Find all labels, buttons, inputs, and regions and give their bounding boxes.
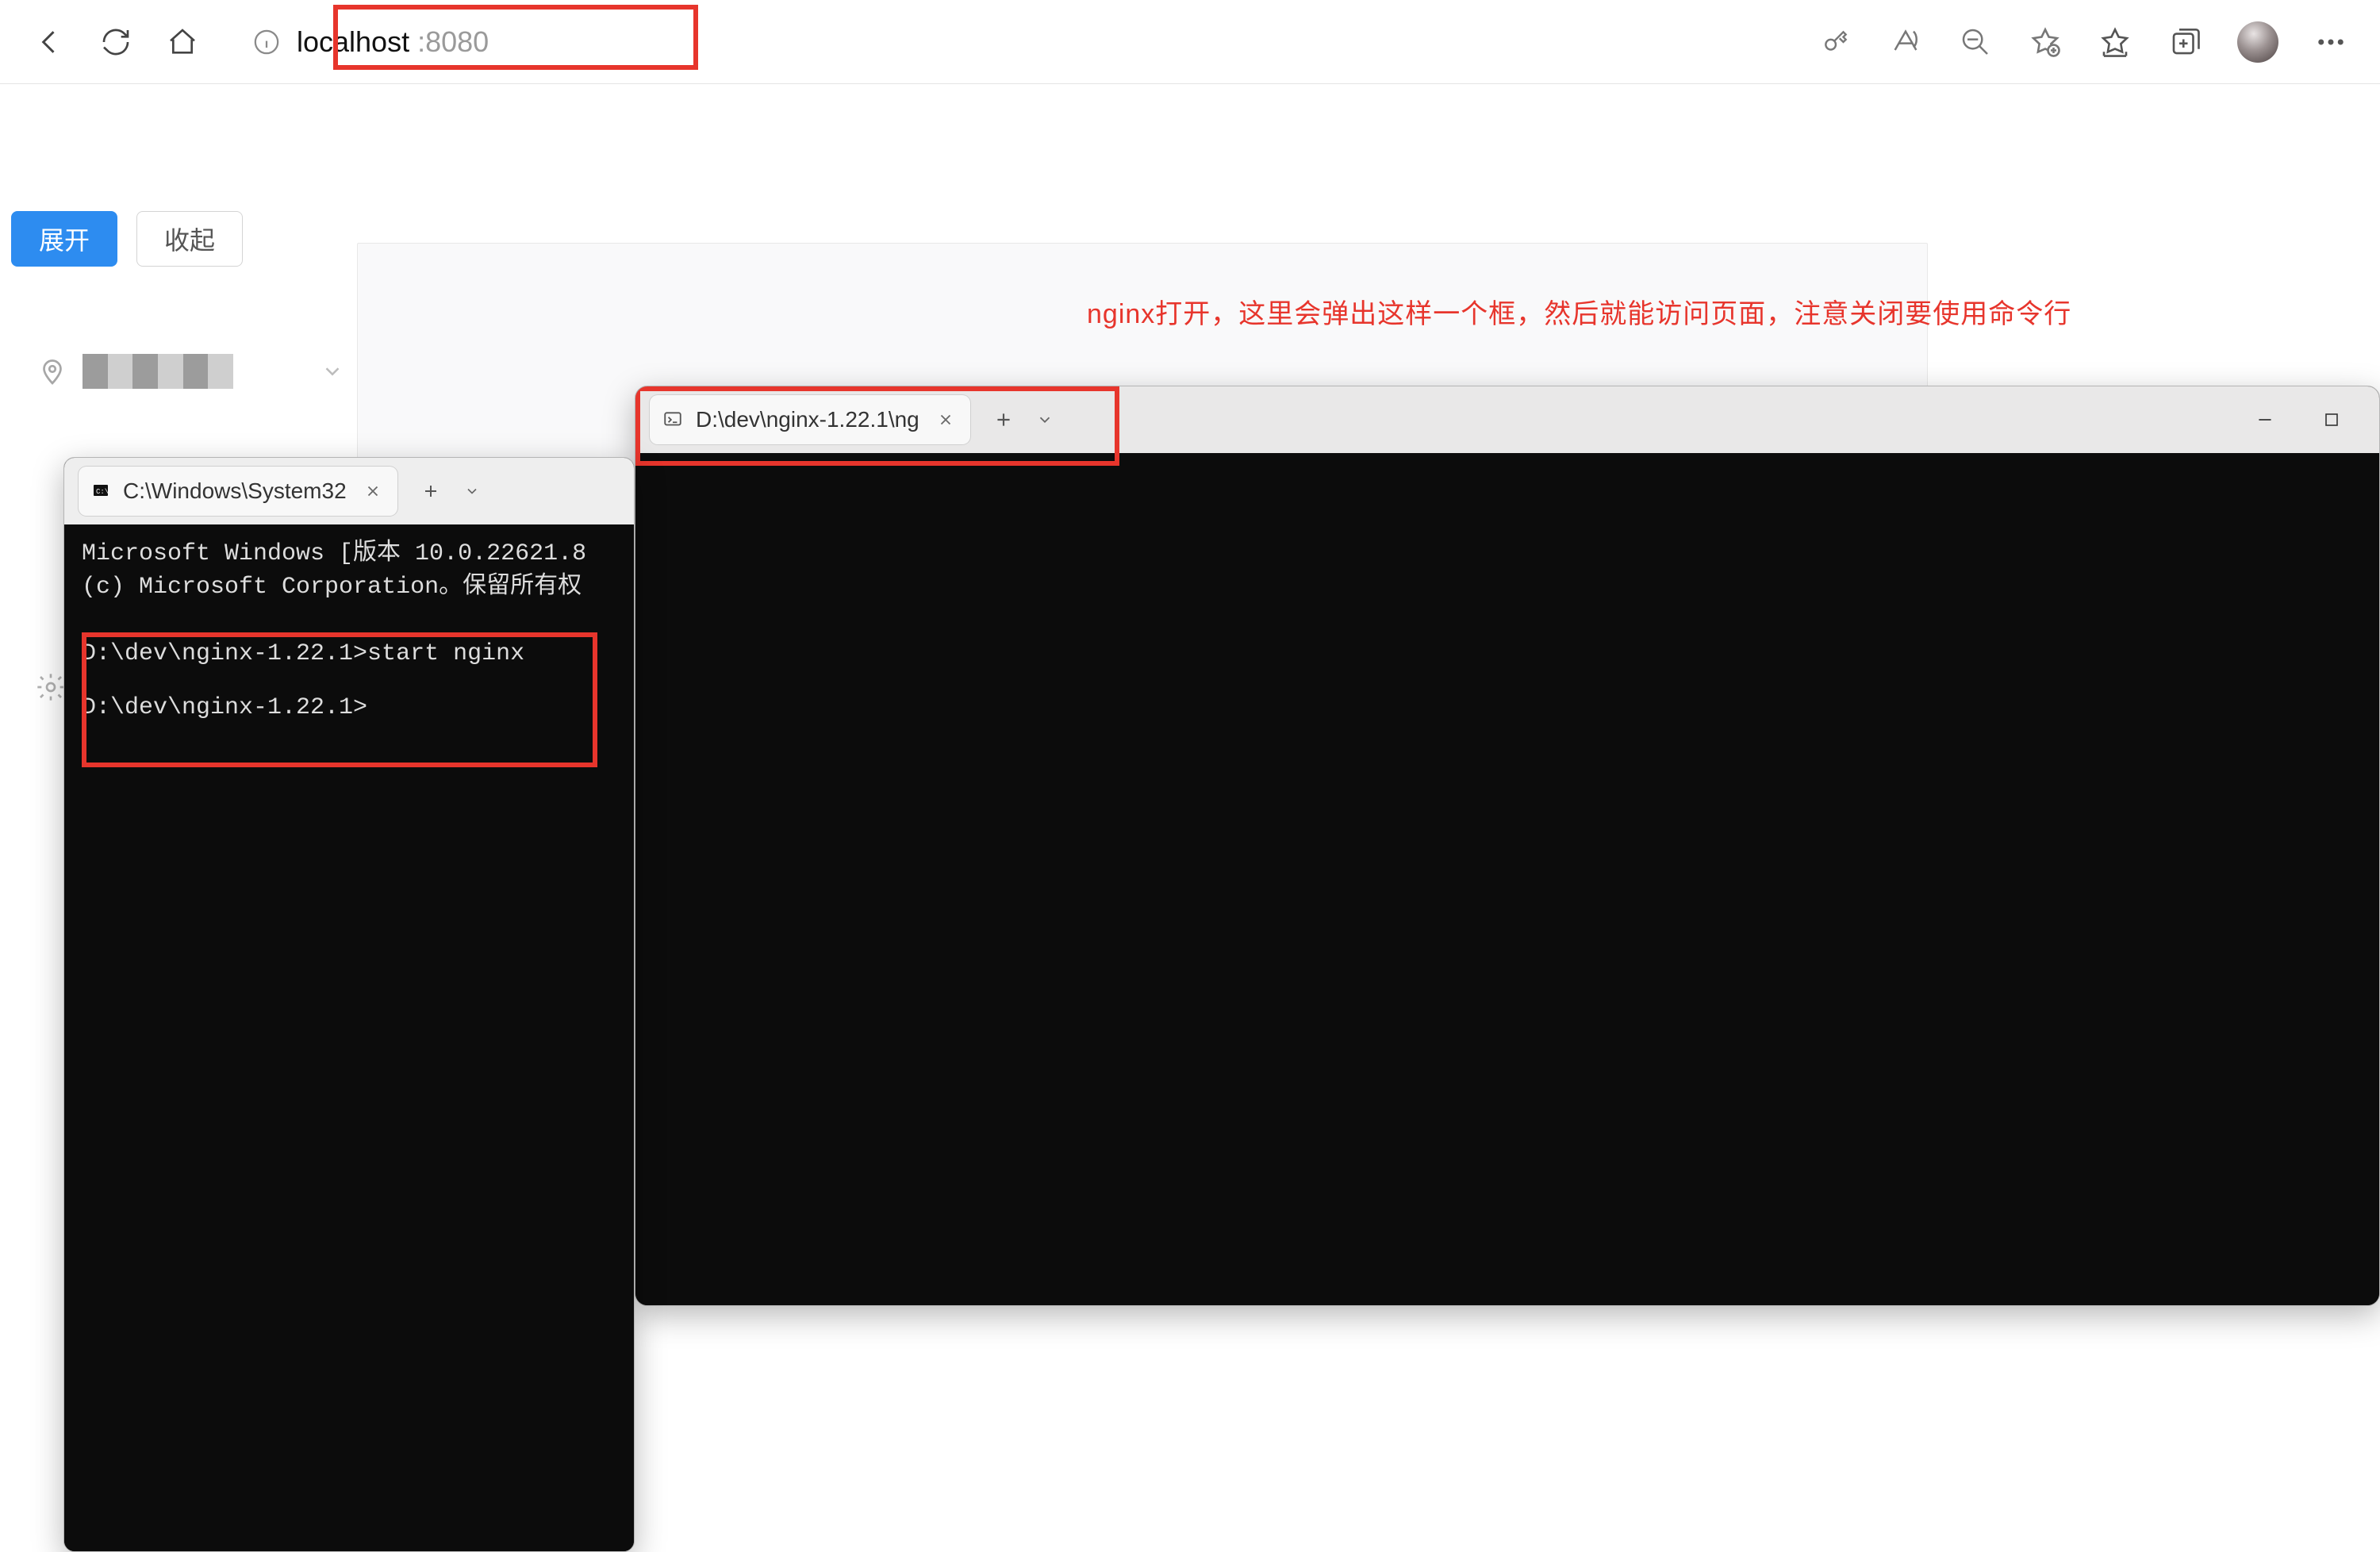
terminal1-tab[interactable]: C:\ C:\Windows\System32 bbox=[79, 467, 397, 516]
tab-dropdown-icon[interactable] bbox=[456, 475, 488, 507]
browser-toolbar-right bbox=[1818, 21, 2348, 63]
tab-close-icon[interactable] bbox=[364, 482, 382, 500]
settings-icon[interactable] bbox=[35, 671, 67, 703]
location-selector[interactable] bbox=[38, 354, 344, 389]
cmd-app-icon: C:\ bbox=[91, 482, 110, 501]
address-host: localhost bbox=[297, 25, 409, 59]
favorites-icon[interactable] bbox=[2098, 25, 2132, 60]
address-port: :8080 bbox=[417, 25, 489, 59]
collapse-label: 收起 bbox=[164, 221, 215, 257]
terminal1-body[interactable]: Microsoft Windows [版本 10.0.22621.8 (c) M… bbox=[64, 524, 634, 1551]
tab-close-icon[interactable] bbox=[937, 411, 954, 428]
terminal2-tab-title: D:\dev\nginx-1.22.1\ng bbox=[696, 407, 919, 432]
terminal1-titlebar[interactable]: C:\ C:\Windows\System32 bbox=[64, 458, 634, 524]
expand-label: 展开 bbox=[39, 221, 90, 257]
site-info-icon[interactable] bbox=[252, 28, 281, 56]
password-icon[interactable] bbox=[1818, 25, 1853, 60]
expand-button[interactable]: 展开 bbox=[11, 211, 117, 267]
location-pin-icon bbox=[38, 357, 67, 386]
terminal1-line1: Microsoft Windows [版本 10.0.22621.8 bbox=[82, 537, 616, 570]
read-aloud-icon[interactable] bbox=[1888, 25, 1923, 60]
new-tab-button[interactable] bbox=[986, 402, 1021, 437]
add-favorite-icon[interactable] bbox=[2028, 25, 2063, 60]
refresh-button[interactable] bbox=[98, 25, 133, 60]
window-minimize-button[interactable] bbox=[2248, 402, 2282, 437]
terminal1-prompt1: D:\dev\nginx-1.22.1>start nginx bbox=[82, 624, 616, 670]
terminal1-tab-title: C:\Windows\System32 bbox=[123, 478, 347, 504]
terminal2-body[interactable] bbox=[635, 453, 2379, 1305]
terminal-window-cmd[interactable]: C:\ C:\Windows\System32 Microsoft Window… bbox=[63, 457, 635, 1552]
page-title-redacted bbox=[22, 108, 704, 195]
location-text-redacted bbox=[83, 354, 233, 389]
back-button[interactable] bbox=[32, 25, 67, 60]
terminal2-titlebar[interactable]: D:\dev\nginx-1.22.1\ng bbox=[635, 386, 2379, 453]
browser-toolbar: localhost:8080 bbox=[0, 0, 2380, 84]
home-button[interactable] bbox=[165, 25, 200, 60]
address-bar[interactable]: localhost:8080 bbox=[240, 10, 520, 74]
annotation-text: nginx打开，这里会弹出这样一个框，然后就能访问页面，注意关闭要使用命令行 bbox=[1087, 292, 2071, 331]
terminal1-line2: (c) Microsoft Corporation。保留所有权 bbox=[82, 570, 616, 604]
terminal1-prompt2: D:\dev\nginx-1.22.1> bbox=[82, 691, 616, 724]
chevron-down-icon bbox=[321, 359, 344, 383]
terminal-app-icon bbox=[662, 409, 683, 430]
terminal-window-nginx[interactable]: D:\dev\nginx-1.22.1\ng bbox=[635, 386, 2380, 1306]
window-maximize-button[interactable] bbox=[2314, 402, 2349, 437]
terminal2-tab[interactable]: D:\dev\nginx-1.22.1\ng bbox=[650, 395, 970, 444]
profile-avatar[interactable] bbox=[2237, 21, 2278, 63]
svg-text:C:\: C:\ bbox=[96, 488, 109, 496]
collapse-button[interactable]: 收起 bbox=[136, 211, 243, 267]
collections-icon[interactable] bbox=[2167, 25, 2202, 60]
tab-dropdown-icon[interactable] bbox=[1029, 404, 1061, 436]
new-tab-button[interactable] bbox=[413, 474, 448, 509]
zoom-out-icon[interactable] bbox=[1958, 25, 1993, 60]
more-menu-icon[interactable] bbox=[2313, 25, 2348, 60]
